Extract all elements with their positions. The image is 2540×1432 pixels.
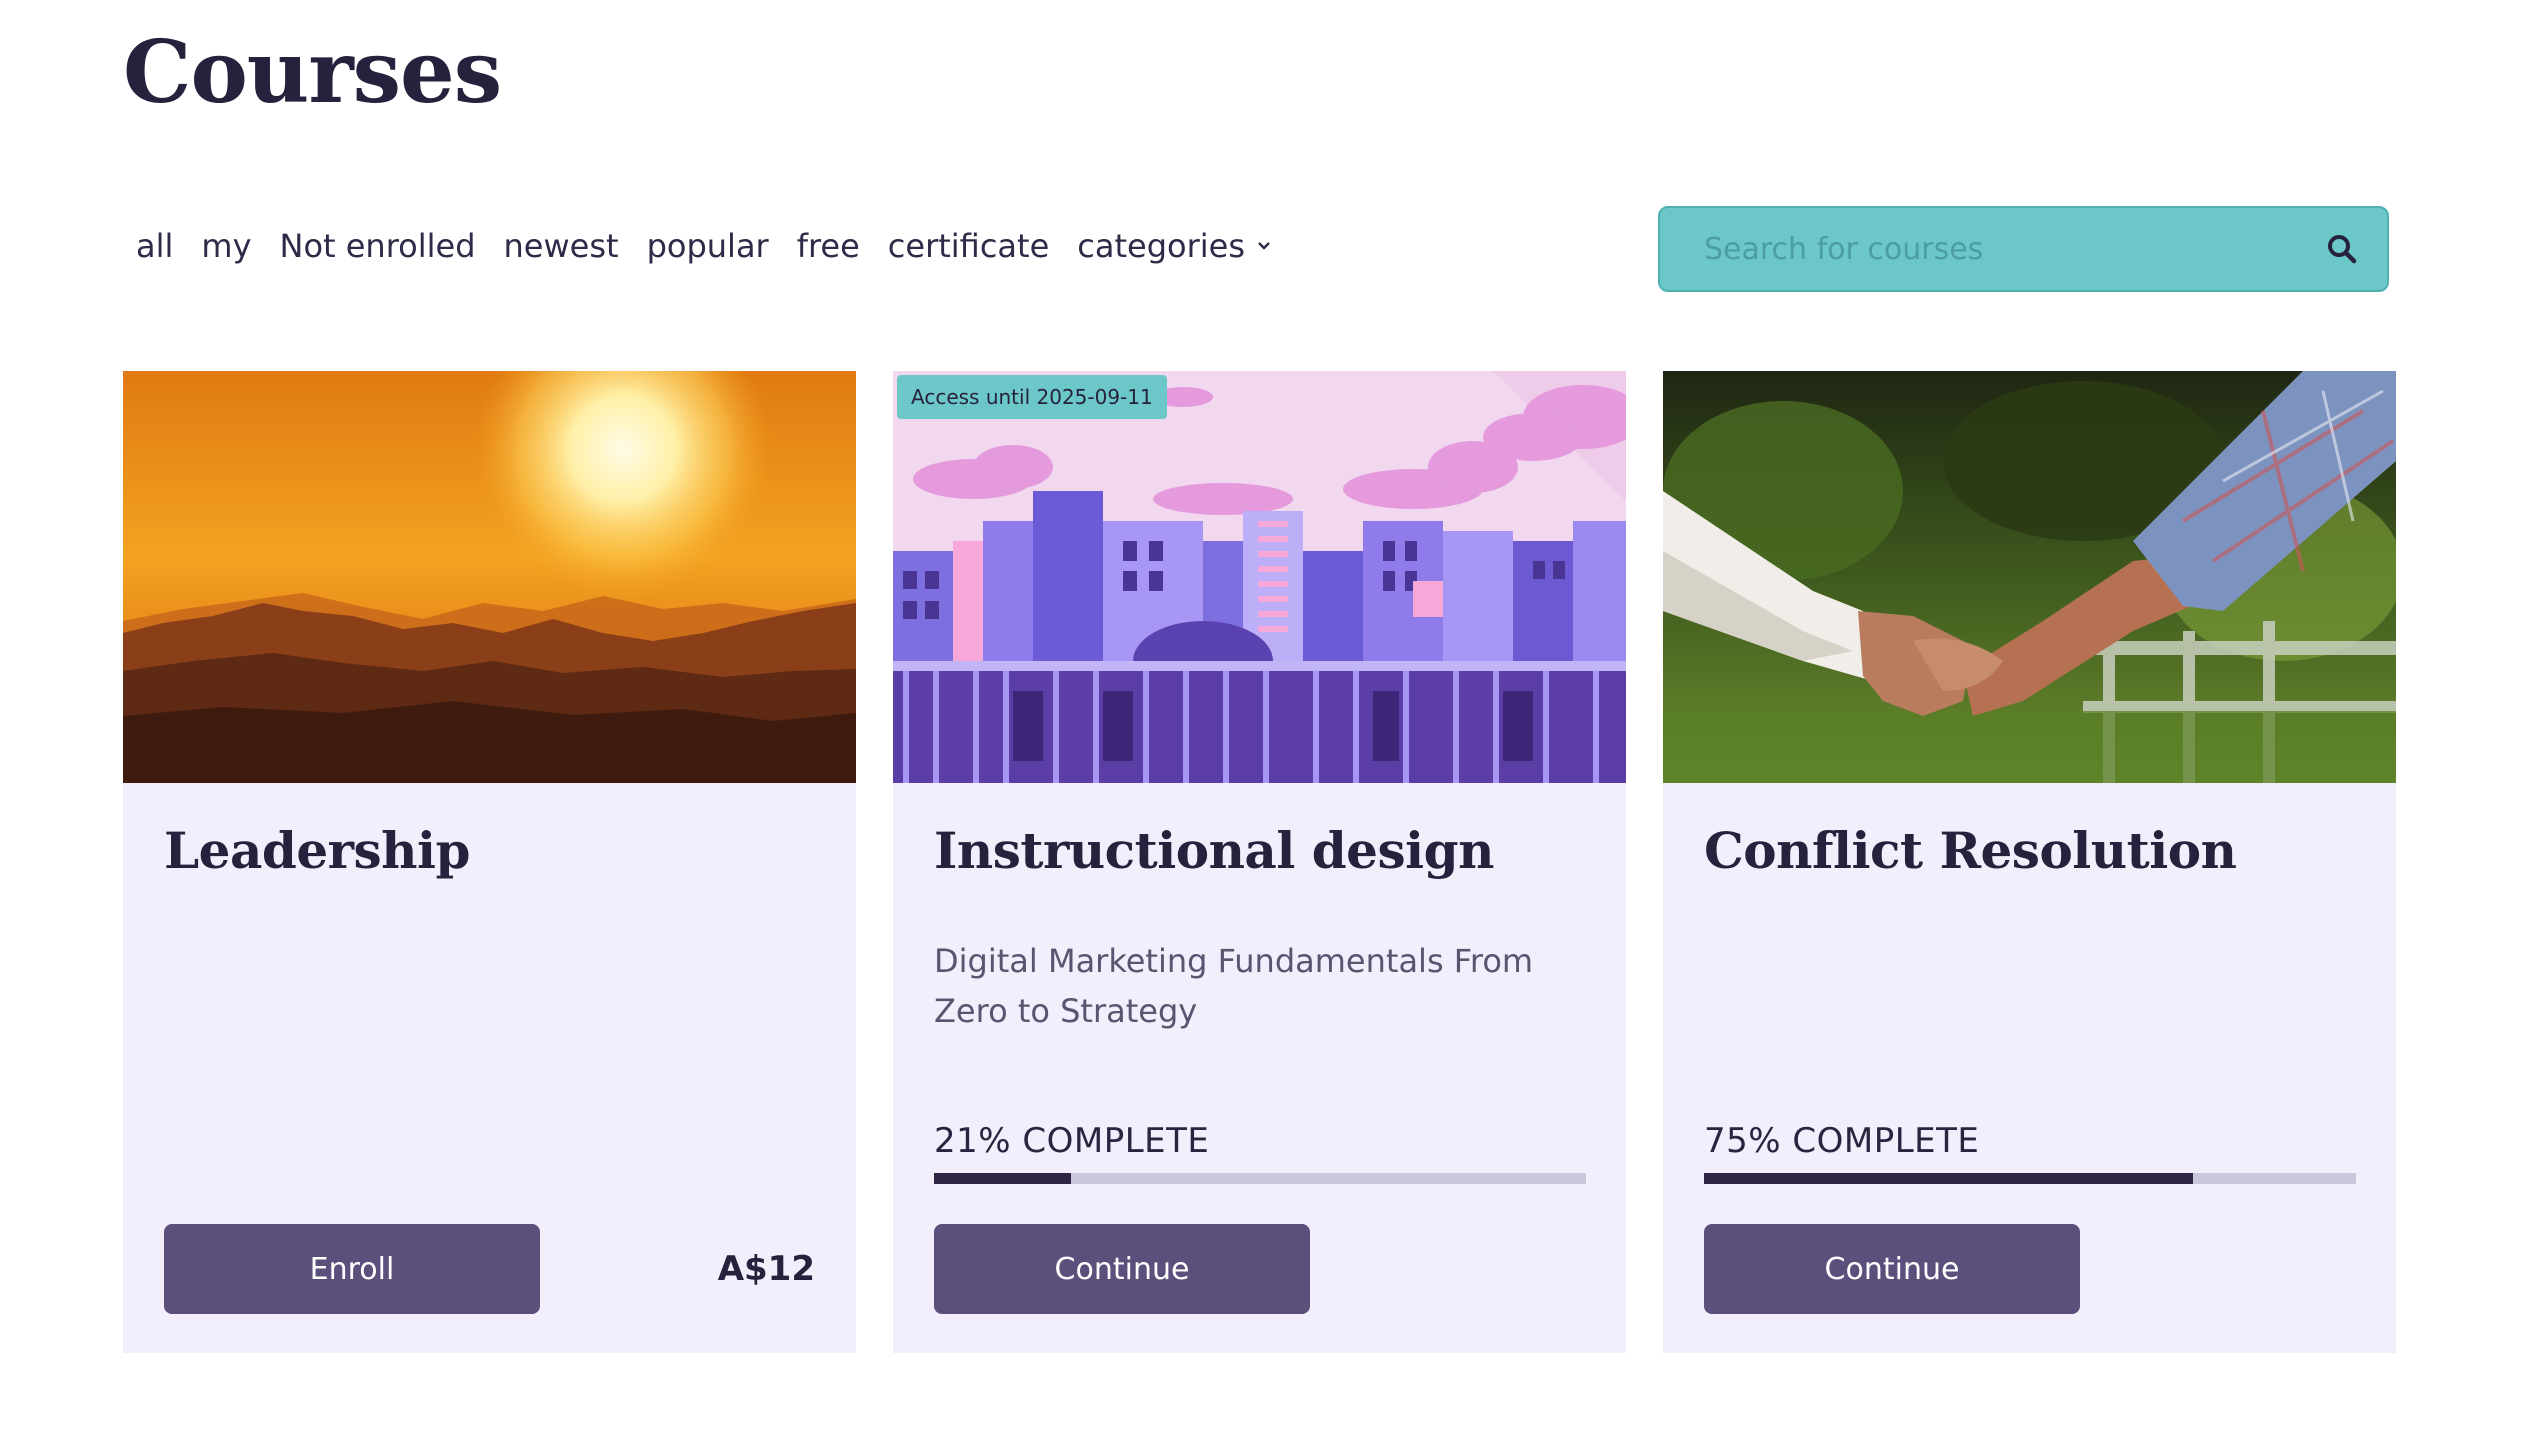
search-input[interactable] xyxy=(1660,208,2297,290)
filter-not-enrolled[interactable]: Not enrolled xyxy=(280,216,476,276)
course-title[interactable]: Conflict Resolution xyxy=(1704,821,2237,880)
course-card-leadership[interactable]: Leadership Enroll A$12 xyxy=(123,371,856,1353)
continue-button[interactable]: Continue xyxy=(1704,1224,2080,1314)
course-thumbnail[interactable] xyxy=(1663,371,2396,783)
course-title[interactable]: Leadership xyxy=(164,821,470,880)
search-box xyxy=(1658,206,2389,292)
access-badge: Access until 2025-09-11 xyxy=(897,375,1167,419)
progress-bar xyxy=(934,1173,1586,1184)
filter-categories-label: categories xyxy=(1077,227,1245,265)
filter-bar: all my Not enrolled newest popular free … xyxy=(136,216,1299,276)
page-title: Courses xyxy=(123,22,502,123)
course-thumbnail[interactable]: Access until 2025-09-11 xyxy=(893,371,1626,783)
filter-categories-dropdown[interactable]: categories xyxy=(1077,216,1271,276)
course-description: Digital Marketing Fundamentals From Zero… xyxy=(934,942,1534,1030)
progress-label: 75% COMPLETE xyxy=(1704,1121,1980,1161)
filter-free[interactable]: free xyxy=(797,216,860,276)
search-button[interactable] xyxy=(2297,208,2387,290)
search-icon xyxy=(2328,235,2357,264)
enroll-button[interactable]: Enroll xyxy=(164,1224,540,1314)
handshake-image xyxy=(1663,371,2396,783)
continue-button[interactable]: Continue xyxy=(934,1224,1310,1314)
filter-my[interactable]: my xyxy=(201,216,251,276)
sunset-mountains-image xyxy=(123,371,856,783)
progress-bar xyxy=(1704,1173,2356,1184)
filter-popular[interactable]: popular xyxy=(647,216,769,276)
filter-certificate[interactable]: certificate xyxy=(888,216,1049,276)
course-title[interactable]: Instructional design xyxy=(934,821,1494,880)
progress-label: 21% COMPLETE xyxy=(934,1121,1210,1161)
courses-page: Courses all my Not enrolled newest popul… xyxy=(0,0,2540,1432)
course-price: A$12 xyxy=(717,1249,815,1289)
filter-newest[interactable]: newest xyxy=(504,216,619,276)
course-card-instructional-design[interactable]: Access until 2025-09-11 Instructional de… xyxy=(893,371,1626,1353)
progress-fill xyxy=(1704,1173,2193,1184)
course-card-conflict-resolution[interactable]: Conflict Resolution 75% COMPLETE Continu… xyxy=(1663,371,2396,1353)
filter-all[interactable]: all xyxy=(136,216,173,276)
course-thumbnail[interactable] xyxy=(123,371,856,783)
chevron-down-icon xyxy=(1258,242,1270,250)
progress-fill xyxy=(934,1173,1071,1184)
purple-city-image xyxy=(893,371,1626,783)
